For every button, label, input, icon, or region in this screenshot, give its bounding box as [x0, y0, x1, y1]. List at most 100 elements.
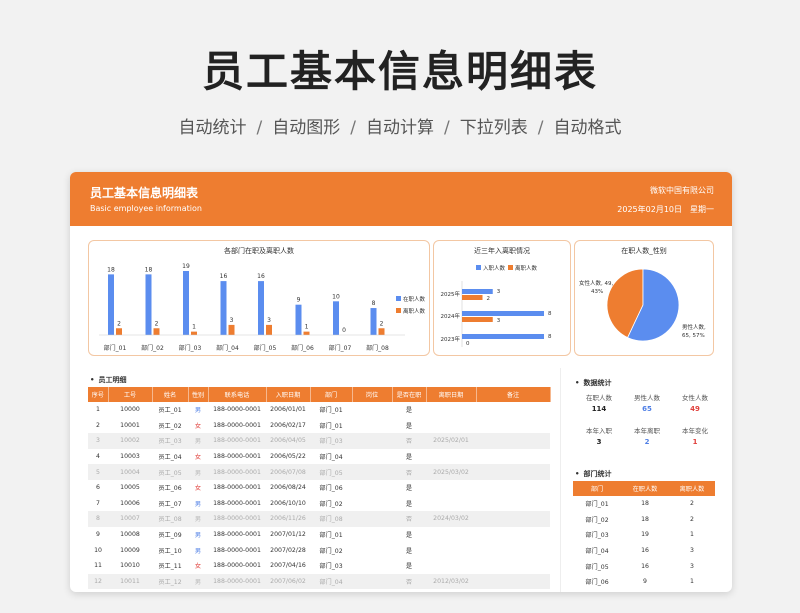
table-cell: 否	[392, 433, 426, 449]
table-cell: 男	[194, 500, 202, 508]
gender-chart-title: 在职人数_性别	[621, 247, 667, 255]
dept-chart-panel: 各部门在职及离职人数 18 2 部门_01 18 2 部门_02 19 1 部门_03 16 3 部门…	[88, 240, 430, 356]
dept-section-title: 部门统计	[575, 469, 611, 479]
bar-resigned	[228, 324, 235, 335]
table-cell: 10000	[120, 406, 140, 414]
x-tick-label: 部门_03	[179, 344, 202, 352]
table-cell: 部门_02	[319, 547, 343, 555]
table-cell	[352, 433, 392, 449]
table-cell: 3	[690, 547, 694, 555]
data-label-resigned: 0	[342, 327, 346, 334]
data-label-hired: 3	[497, 289, 501, 295]
column-header: 姓名	[152, 387, 189, 402]
x-tick-label: 部门_04	[216, 344, 239, 352]
table-cell	[476, 558, 550, 574]
stat-label: 在职人数	[586, 394, 612, 402]
table-row: 部门_03 19 1	[573, 527, 715, 543]
feature-item: 自动图形	[272, 118, 341, 138]
sheet-subtitle: Basic employee information	[90, 204, 202, 213]
table-cell: 2	[690, 500, 694, 508]
table-cell: 员工_11	[158, 563, 182, 571]
column-header: 备注	[476, 387, 551, 402]
table-cell: 2006/02/17	[270, 421, 306, 429]
table-cell: 员工_03	[152, 433, 188, 449]
table-row: 5 10004 员工_05 男 188-0000-0001 2006/07/08 部门_05…	[88, 464, 550, 480]
table-row: 部门_01 18 2	[573, 496, 715, 512]
table-cell: 188-0000-0001	[213, 484, 261, 492]
data-label-resigned: 2	[117, 320, 121, 327]
table-cell: 部门_01	[319, 422, 343, 430]
spreadsheet-card: 员工基本信息明细表 Basic employee information 微软中…	[70, 172, 732, 592]
table-cell: 2024/03/02	[426, 511, 476, 527]
table-cell: 是	[405, 563, 413, 571]
table-cell: 部门_04	[319, 454, 343, 462]
legend-swatch	[476, 265, 481, 270]
table-cell: 10005	[120, 484, 140, 492]
table-cell: 部门_05	[585, 563, 609, 571]
table-cell	[426, 402, 476, 418]
table-cell	[352, 573, 392, 590]
data-label-resigned: 3	[230, 317, 234, 324]
pie-label-female: 女性人数, 49,	[579, 279, 613, 287]
table-cell: 188-0000-0001	[208, 511, 266, 527]
table-cell: 12	[88, 573, 108, 590]
pie-percent-female: 43%	[591, 289, 603, 295]
table-row: 9 10008 员工_09 男 188-0000-0001 2007/01/12 部门_01…	[88, 527, 550, 543]
feature-item: 自动统计	[178, 118, 247, 138]
page-title: 员工基本信息明细表	[201, 47, 598, 96]
data-label-resigned: 2	[380, 320, 384, 327]
feature-item: 自动格式	[553, 118, 622, 138]
column-header: 工号	[108, 387, 153, 402]
table-cell: 11	[94, 562, 102, 570]
x-tick-label: 部门_01	[104, 344, 127, 352]
table-cell: 188-0000-0001	[208, 464, 266, 480]
table-cell: 2006/10/10	[270, 499, 306, 507]
table-cell: 否	[392, 573, 426, 590]
table-cell: 员工_09	[158, 532, 182, 540]
table-cell: 是	[405, 485, 413, 493]
y-tick-label: 2024年	[441, 312, 461, 320]
table-cell: 男	[194, 547, 202, 555]
bar-active	[258, 281, 264, 335]
table-cell: 部门_03	[310, 433, 352, 449]
table-cell: 是	[405, 454, 413, 462]
hire-bar-chart: 入职人数 离职人数2025年 322024年 832023年 80	[441, 264, 552, 347]
table-cell: 男	[188, 511, 208, 527]
table-cell: 2007/01/12	[270, 531, 306, 539]
table-cell: 男	[194, 407, 202, 415]
table-cell	[476, 449, 550, 465]
feature-separator: /	[256, 118, 263, 138]
table-cell: 188-0000-0001	[213, 406, 261, 414]
legend-label: 在职人数	[403, 295, 426, 303]
table-cell: 男	[188, 433, 208, 449]
feature-separator: /	[444, 118, 450, 138]
table-cell: 部门_03	[319, 563, 343, 571]
table-cell: 男	[188, 573, 208, 590]
table-cell	[476, 511, 550, 527]
table-cell: 9	[643, 578, 647, 586]
feature-list: 自动统计 / 自动图形 / 自动计算 / 下拉列表 / 自动格式	[0, 113, 800, 138]
table-cell	[352, 542, 392, 558]
table-row: 12 10011 员工_12 男 188-0000-0001 2007/06/02 部门_0…	[88, 573, 550, 590]
table-cell: 188-0000-0001	[213, 499, 261, 507]
stat-value: 114	[591, 405, 607, 413]
data-label-active: 19	[182, 263, 190, 270]
table-cell: 2007/06/02	[266, 573, 310, 590]
table-row: 部门_02 18 2	[573, 512, 715, 528]
table-cell: 3	[88, 433, 108, 449]
table-cell: 2025/02/01	[426, 433, 476, 449]
bar-active	[108, 274, 114, 335]
bar-resigned	[266, 324, 272, 335]
x-tick-label: 部门_07	[329, 344, 352, 352]
bar-resigned	[153, 328, 160, 335]
legend-swatch	[508, 265, 513, 270]
feature-item: 自动计算	[366, 118, 434, 138]
table-cell: 部门_01	[585, 501, 609, 509]
table-cell: 是	[405, 532, 413, 540]
table-row: 2 10001 员工_02 女 188-0000-0001 2006/02/17 部门_01…	[88, 418, 550, 434]
employee-section-title: 员工明细	[90, 375, 126, 385]
company-name: 微软中国有限公司	[650, 186, 714, 195]
sheet-title: 员工基本信息明细表	[90, 186, 199, 200]
table-cell: 员工_10	[158, 547, 182, 555]
table-cell: 10	[94, 546, 102, 554]
